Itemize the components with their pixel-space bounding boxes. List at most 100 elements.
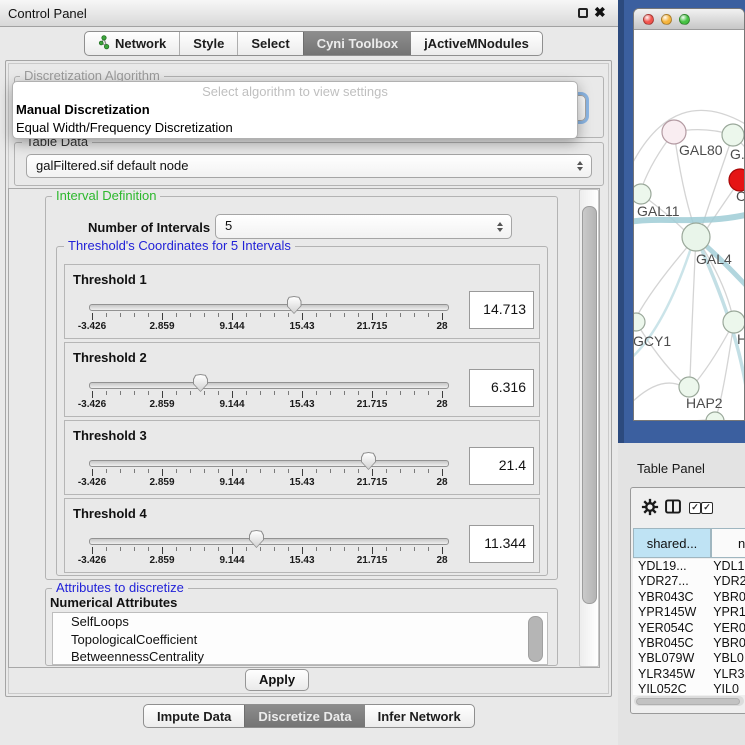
panel-scrollbar[interactable] [579, 189, 599, 667]
tick-label: -3.426 [78, 555, 106, 566]
number-of-intervals-combobox[interactable]: 5 [215, 214, 512, 239]
table-row[interactable]: YER054CYER0 [633, 621, 745, 636]
network-node[interactable] [722, 124, 744, 146]
tab-label: jActiveMNodules [424, 36, 529, 51]
slider-handle[interactable] [193, 374, 208, 392]
float-window-icon[interactable] [578, 8, 588, 18]
cell-shared-name: YBR045C [633, 636, 711, 651]
table-row[interactable]: YBR043CYBR0 [633, 590, 745, 605]
tab-impute-data[interactable]: Impute Data [144, 705, 244, 727]
attribute-item[interactable]: SelfLoops [53, 613, 547, 631]
apply-button[interactable]: Apply [245, 669, 309, 691]
tick-label: 2.859 [149, 399, 174, 410]
tab-network[interactable]: Network [85, 32, 179, 55]
network-node[interactable] [662, 120, 686, 144]
tab-label: Style [193, 36, 224, 51]
slider-handle[interactable] [249, 530, 264, 548]
tab-style[interactable]: Style [179, 32, 237, 55]
panel-scrollbar-thumb[interactable] [582, 206, 597, 604]
threshold-label: Threshold 3 [73, 428, 147, 443]
checked-box-icon[interactable]: ✓ [701, 502, 713, 514]
tab-cyni-toolbox[interactable]: Cyni Toolbox [303, 32, 411, 55]
gear-icon[interactable] [641, 498, 659, 516]
node-label: HAP2 [686, 395, 723, 411]
table-row[interactable]: YDL19...YDL1 [633, 559, 745, 574]
attribute-item[interactable]: BetweennessCentrality [53, 648, 547, 665]
threshold-value-field[interactable]: 11.344 [469, 525, 534, 563]
network-node[interactable] [706, 412, 724, 421]
tick-label: 28 [436, 321, 447, 332]
tab-select[interactable]: Select [237, 32, 302, 55]
slider-ticks [92, 469, 442, 477]
column-header-shared[interactable]: shared... [633, 528, 711, 558]
slider-track[interactable] [89, 460, 449, 467]
tab-label: Select [251, 36, 289, 51]
table-row[interactable]: YBR045CYBR0 [633, 636, 745, 651]
split-view-icon[interactable] [665, 499, 681, 515]
tick-label: -3.426 [78, 477, 106, 488]
threshold-value-field[interactable]: 21.4 [469, 447, 534, 485]
tick-label: 15.43 [289, 399, 314, 410]
slider-track[interactable] [89, 382, 449, 389]
close-window-icon[interactable]: ✖ [594, 4, 606, 21]
tab-label: Network [115, 36, 166, 51]
tick-label: 9.144 [219, 555, 244, 566]
tick-label: 28 [436, 399, 447, 410]
node-label: GAL80 [679, 142, 723, 158]
traffic-light-close-icon[interactable] [643, 14, 654, 25]
cell-shared-name: YIL052C [633, 682, 711, 695]
tab-jactivemnodules[interactable]: jActiveMNodules [411, 32, 542, 55]
mode-tab-bar: Impute Data Discretize Data Infer Network [143, 704, 475, 728]
tab-infer-network[interactable]: Infer Network [365, 705, 474, 727]
tab-label: Infer Network [378, 709, 461, 724]
cell-shared-name: YPR145W [633, 605, 711, 620]
traffic-light-zoom-icon[interactable] [679, 14, 690, 25]
network-view-window[interactable]: GAL80G.CGAL11GAL4GCY1HHAP2 [633, 8, 745, 421]
tab-label: Cyni Toolbox [317, 36, 398, 51]
network-node[interactable] [682, 223, 710, 251]
table-row[interactable]: YDR27...YDR2 [633, 574, 745, 589]
slider-track[interactable] [89, 538, 449, 545]
node-label: C [736, 188, 745, 204]
network-window-titlebar[interactable] [634, 9, 744, 30]
table-row[interactable]: YLR345WYLR3 [633, 667, 745, 682]
threshold-value-field[interactable]: 14.713 [469, 291, 534, 329]
table-hscrollbar-thumb[interactable] [636, 698, 740, 705]
dropdown-option-equal-width-frequency-discretization[interactable]: Equal Width/Frequency Discretization [13, 119, 577, 137]
table-row[interactable]: YBL079WYBL0 [633, 651, 745, 666]
control-panel-titlebar [0, 0, 618, 27]
numerical-attributes-list[interactable]: SelfLoopsTopologicalCoefficientBetweenne… [52, 612, 548, 665]
application-root: Control Panel ✖ NetworkStyleSelectCyni T… [0, 0, 745, 745]
tick-label: 2.859 [149, 555, 174, 566]
table-row[interactable]: YIL052CYIL0 [633, 682, 745, 695]
dropdown-option-manual-discretization[interactable]: Manual Discretization [13, 101, 577, 119]
network-node[interactable] [634, 313, 645, 331]
table-row[interactable]: YPR145WYPR1 [633, 605, 745, 620]
network-node[interactable] [634, 184, 651, 204]
network-node[interactable] [723, 311, 745, 333]
cell-shared-name: YDL19... [633, 559, 711, 574]
checked-box-icon[interactable]: ✓ [689, 502, 701, 514]
tab-discretize-data[interactable]: Discretize Data [244, 705, 364, 727]
network-node[interactable] [679, 377, 699, 397]
tick-label: 9.144 [219, 477, 244, 488]
attribute-item[interactable]: TopologicalCoefficient [53, 631, 547, 649]
table-hscrollbar[interactable] [634, 696, 744, 706]
slider-handle[interactable] [287, 296, 302, 314]
tick-label: 21.715 [357, 321, 388, 332]
cell-shared-name: YER054C [633, 621, 711, 636]
cell-shared-name: YDR27... [633, 574, 711, 589]
column-header-name[interactable]: na [711, 528, 745, 558]
network-canvas[interactable]: GAL80G.CGAL11GAL4GCY1HHAP2 [634, 30, 745, 421]
list-scrollbar-thumb[interactable] [528, 616, 543, 662]
threshold-row: Threshold 4-3.4262.8599.14415.4321.71528… [64, 498, 540, 573]
threshold-value-field[interactable]: 6.316 [469, 369, 534, 407]
slider-handle[interactable] [361, 452, 376, 470]
cell-name: YBR0 [711, 636, 745, 651]
slider-track[interactable] [89, 304, 449, 311]
dropdown-hint: Select algorithm to view settings [13, 83, 577, 101]
traffic-light-minimize-icon[interactable] [661, 14, 672, 25]
table-data-combobox[interactable]: galFiltered.sif default node [26, 154, 592, 178]
tab-label: Impute Data [157, 709, 231, 724]
threshold-row: Threshold 2-3.4262.8599.14415.4321.71528… [64, 342, 540, 417]
